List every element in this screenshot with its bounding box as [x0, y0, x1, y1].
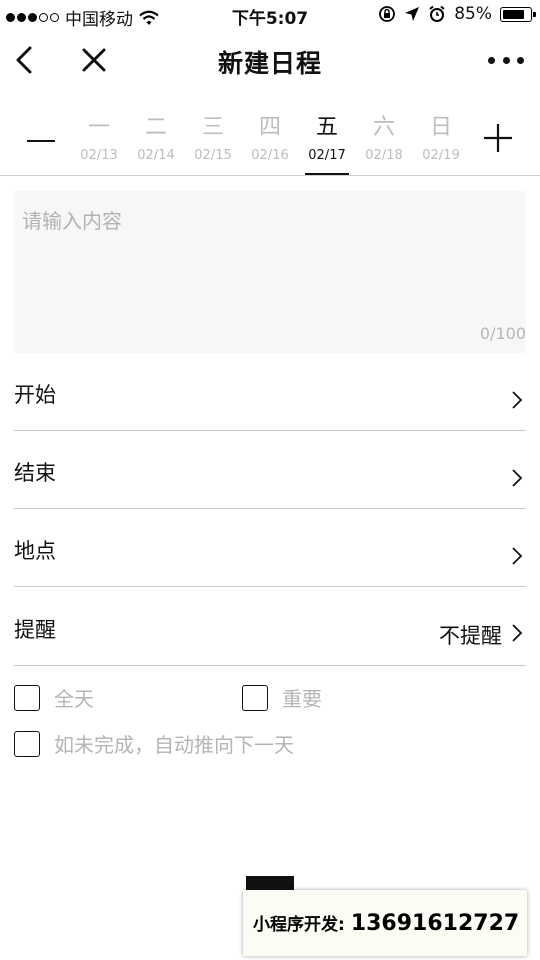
more-icon[interactable]	[488, 46, 524, 74]
status-bar: 中国移动 下午5:07 85%	[0, 0, 540, 30]
start-time-row[interactable]: 开始	[14, 353, 526, 431]
day-date: 02/16	[251, 148, 289, 163]
day-item[interactable]: 二 02/14	[128, 114, 184, 163]
battery-fill	[503, 9, 524, 19]
auto-postpone-label: 如未完成，自动推向下一天	[54, 733, 294, 757]
character-counter: 0/100	[479, 324, 526, 343]
watermark-banner: 小程序开发: 13691612727	[243, 890, 527, 956]
reminder-label: 提醒	[14, 618, 56, 642]
day-name: 四	[258, 115, 281, 140]
day-date: 02/15	[194, 148, 232, 163]
alarm-icon	[429, 5, 445, 22]
watermark-label: 小程序开发:	[253, 915, 345, 935]
chevron-right-icon	[512, 547, 523, 565]
chevron-right-icon	[512, 624, 523, 642]
chevron-right-icon	[512, 391, 523, 409]
day-name: 二	[144, 115, 167, 140]
all-day-label: 全天	[54, 687, 94, 711]
watermark-number: 13691612727	[350, 911, 520, 936]
day-date: 02/19	[422, 148, 460, 163]
week-selector: 一 02/13 二 02/14 三 02/15 四 02/16 五 02/17 六 02/18 日 02/…	[0, 110, 540, 176]
day-name: 三	[201, 115, 224, 140]
day-name: 一	[87, 115, 110, 140]
day-item[interactable]: 四 02/16	[242, 114, 298, 163]
day-date: 02/17	[308, 148, 346, 163]
rotation-lock-icon	[379, 6, 396, 22]
start-label: 开始	[14, 383, 56, 407]
auto-postpone-checkbox[interactable]	[14, 730, 40, 757]
watermark-text: 小程序开发: 13691612727	[253, 910, 519, 936]
day-name: 五	[315, 115, 338, 140]
content-placeholder: 请输入内容	[22, 209, 122, 233]
auto-postpone-option[interactable]: 如未完成，自动推向下一天	[14, 729, 294, 758]
location-label: 地点	[14, 539, 56, 563]
nav-bar: 新建日程	[0, 30, 540, 90]
day-item[interactable]: 三 02/15	[185, 114, 241, 163]
day-name: 日	[429, 115, 452, 140]
plus-icon[interactable]	[482, 122, 514, 154]
minus-icon[interactable]	[27, 140, 55, 142]
active-day-underline	[305, 173, 349, 175]
chevron-right-icon	[512, 469, 523, 487]
battery-percent: 85%	[454, 4, 492, 24]
end-label: 结束	[14, 461, 56, 485]
reminder-value: 不提醒	[439, 624, 502, 648]
day-item[interactable]: 五 02/17	[299, 114, 355, 163]
battery-icon	[500, 6, 536, 22]
all-day-option[interactable]: 全天	[14, 683, 94, 712]
day-date: 02/14	[137, 148, 175, 163]
more-dot	[502, 56, 510, 64]
all-day-checkbox[interactable]	[14, 684, 40, 711]
location-icon	[405, 7, 420, 21]
important-option[interactable]: 重要	[242, 683, 322, 712]
more-dot	[488, 56, 495, 64]
reminder-row[interactable]: 提醒 不提醒	[14, 588, 526, 666]
more-dot	[517, 56, 524, 64]
day-item[interactable]: 六 02/18	[356, 114, 412, 163]
location-row[interactable]: 地点	[14, 509, 526, 587]
page-title: 新建日程	[217, 49, 322, 78]
day-item[interactable]: 日 02/19	[413, 114, 469, 163]
day-date: 02/18	[365, 148, 403, 163]
end-time-row[interactable]: 结束	[14, 431, 526, 509]
content-input[interactable]: 请输入内容 0/100	[14, 191, 526, 353]
day-date: 02/13	[80, 148, 118, 163]
important-checkbox[interactable]	[242, 684, 268, 711]
status-right: 85%	[378, 4, 536, 24]
important-label: 重要	[282, 687, 322, 711]
day-name: 六	[372, 115, 395, 140]
day-item[interactable]: 一 02/13	[71, 114, 127, 163]
